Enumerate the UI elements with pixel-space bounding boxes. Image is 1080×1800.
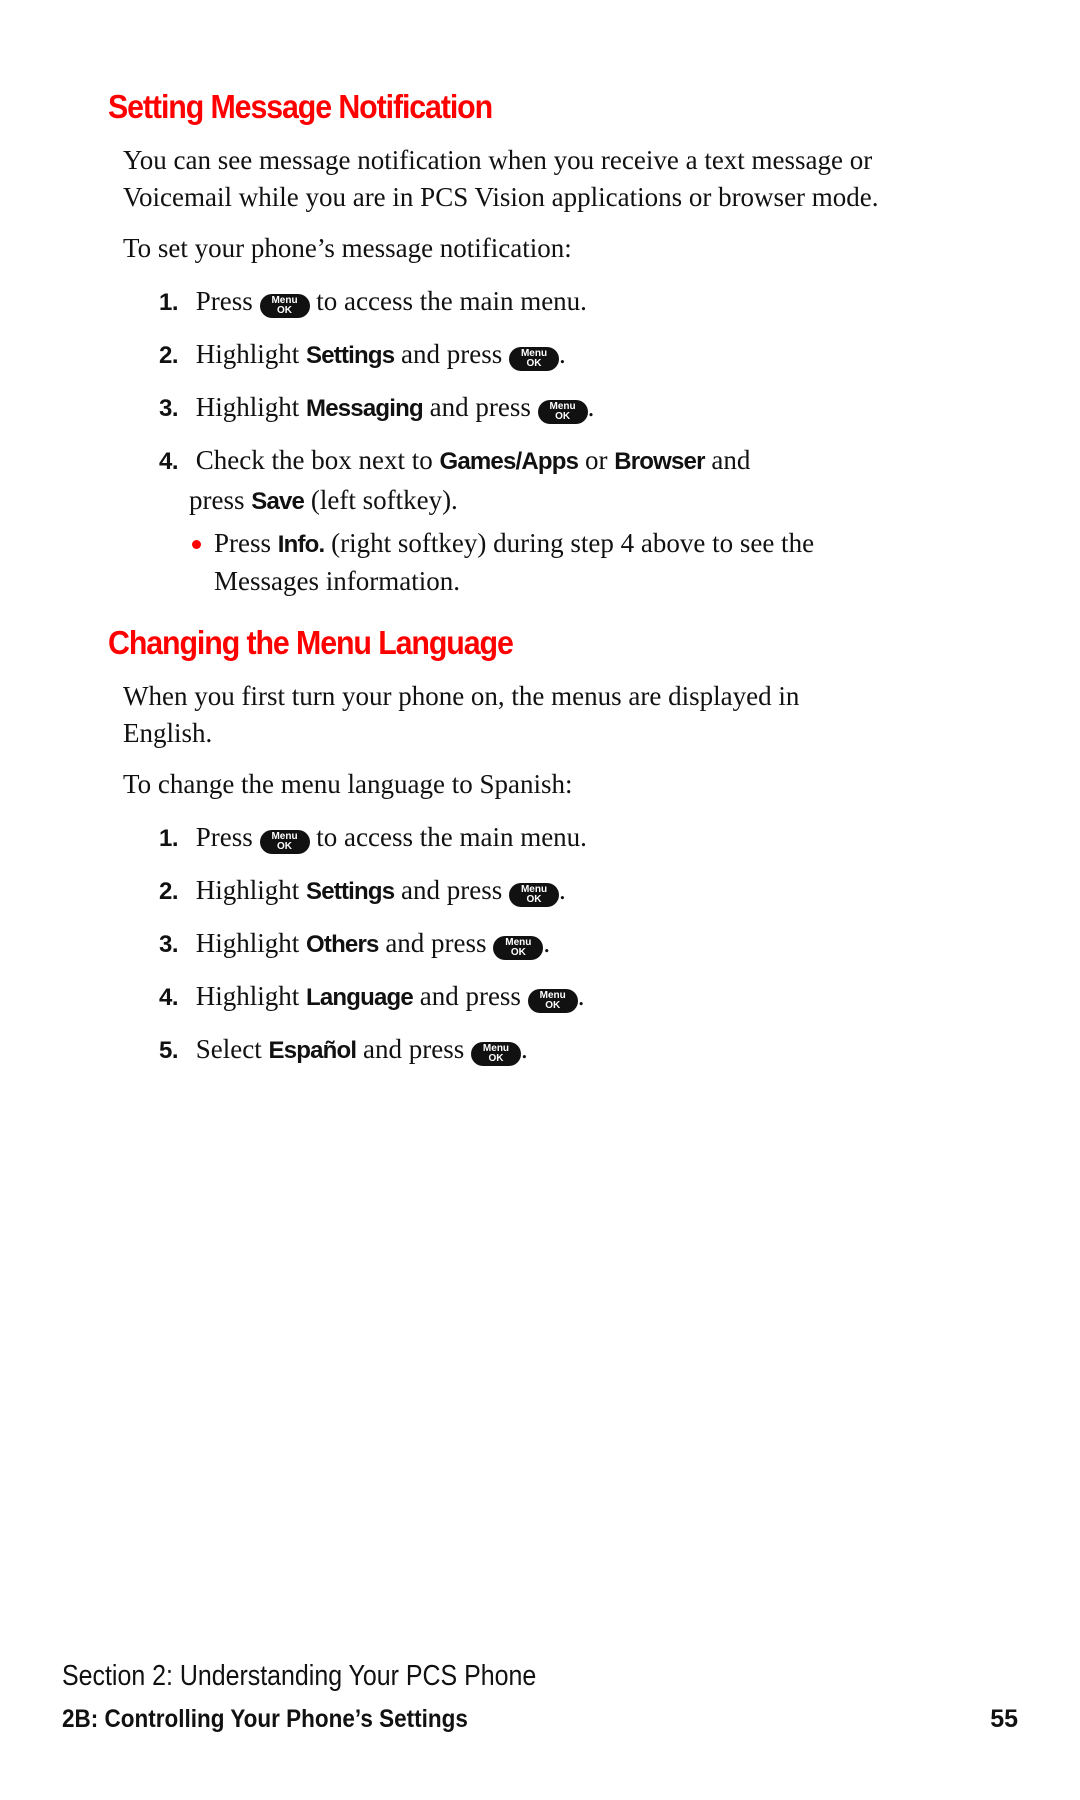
section-heading-menu-language: Changing the Menu Language: [108, 624, 514, 661]
step-text: .: [577, 981, 585, 1011]
intro-paragraph: When you first turn your phone on, the m…: [123, 678, 799, 752]
menu-ok-key-icon: Menu OK: [509, 883, 560, 907]
lead-text: To change the menu language to Spanish:: [123, 769, 573, 799]
footer-section-title: Section 2: Understanding Your PCS Phone: [62, 1660, 537, 1692]
menu-item-name: Settings: [306, 342, 395, 369]
step-number: 1.: [159, 825, 179, 852]
step-text: .: [520, 1034, 528, 1064]
step-3: 3. Highlight Others and press Menu OK.: [159, 924, 550, 964]
step-1: 1. Press Menu OK to access the main menu.: [159, 282, 587, 322]
manual-page: Setting Message Notification You can see…: [0, 0, 1080, 1800]
intro-line: Voicemail while you are in PCS Vision ap…: [123, 182, 879, 212]
step-1: 1. Press Menu OK to access the main menu.: [159, 818, 587, 858]
step-text: Select: [195, 1034, 262, 1064]
step-text: and press: [401, 339, 503, 369]
note-text: (right softkey) during step 4 above to s…: [331, 528, 815, 558]
step-number: 3.: [159, 395, 179, 422]
step-text: and press: [401, 875, 503, 905]
step-number: 5.: [159, 1037, 179, 1064]
step-text: Highlight: [195, 928, 300, 958]
step-number: 4.: [159, 448, 179, 475]
step-text: .: [559, 875, 566, 905]
step-text: and: [711, 445, 751, 475]
step-number: 4.: [159, 984, 179, 1011]
step-text: .: [543, 928, 551, 958]
lead-text: To set your phone’s message notification…: [123, 233, 572, 263]
footer-chapter-title: 2B: Controlling Your Phone’s Settings: [62, 1705, 468, 1733]
menu-ok-key-icon: Menu OK: [259, 830, 310, 854]
step-text: press: [189, 485, 245, 515]
step-text: .: [587, 392, 595, 422]
menu-item-name: Settings: [306, 878, 395, 905]
step-text: or: [584, 445, 608, 475]
step-text: Press: [195, 286, 253, 316]
step-4: 4. Check the box next to Games/Apps or B…: [159, 441, 750, 521]
intro-line: You can see message notification when yo…: [123, 145, 873, 175]
step-text: Press: [195, 822, 253, 852]
menu-ok-key-icon: Menu OK: [493, 936, 544, 960]
step-text: Highlight: [195, 392, 300, 422]
intro-line: When you first turn your phone on, the m…: [123, 681, 800, 711]
step-text: Highlight: [195, 875, 300, 905]
step-text: (left softkey).: [310, 485, 458, 515]
step-3: 3. Highlight Messaging and press Menu OK.: [159, 388, 594, 428]
step-text: Check the box next to: [195, 445, 433, 475]
page-number: 55: [990, 1705, 1018, 1733]
menu-ok-key-icon: Menu OK: [509, 347, 560, 371]
step-text: and press: [363, 1034, 465, 1064]
intro-line: English.: [123, 718, 213, 748]
softkey-name: Info.: [277, 531, 325, 558]
step-number: 2.: [159, 878, 179, 905]
step-text: to access the main menu.: [316, 286, 587, 316]
softkey-name: Save: [251, 488, 305, 515]
step-text: and press: [385, 928, 487, 958]
step-number: 1.: [159, 289, 179, 316]
step-2: 2. Highlight Settings and press Menu OK.: [159, 335, 566, 375]
step-2: 2. Highlight Settings and press Menu OK.: [159, 871, 566, 911]
step-text: Highlight: [195, 339, 300, 369]
note-text: Press: [214, 528, 272, 558]
menu-ok-key-icon: Menu OK: [537, 400, 588, 424]
step-text: Highlight: [195, 981, 300, 1011]
step-text: and press: [429, 392, 531, 422]
step-text: .: [559, 339, 566, 369]
menu-ok-key-icon: Menu OK: [259, 294, 310, 318]
note-text: Messages information.: [214, 566, 460, 596]
section-heading-message-notification: Setting Message Notification: [108, 88, 493, 125]
menu-item-name: Browser: [614, 448, 705, 475]
step-number: 2.: [159, 342, 179, 369]
step-number: 3.: [159, 931, 179, 958]
step-5: 5. Select Español and press Menu OK.: [159, 1030, 528, 1070]
menu-ok-key-icon: Menu OK: [527, 989, 578, 1013]
menu-item-name: Español: [268, 1037, 357, 1064]
step-4: 4. Highlight Language and press Menu OK.: [159, 977, 584, 1017]
bullet-dot-icon: [192, 540, 201, 549]
bullet-note: Press Info. (right softkey) during step …: [192, 525, 815, 600]
step-text: and press: [419, 981, 521, 1011]
step-continuation: press Save (left softkey).: [159, 481, 750, 521]
menu-item-name: Language: [306, 984, 414, 1011]
menu-item-name: Others: [306, 931, 379, 958]
menu-item-name: Games/Apps: [439, 448, 579, 475]
menu-ok-key-icon: Menu OK: [470, 1042, 521, 1066]
menu-item-name: Messaging: [306, 395, 424, 422]
intro-paragraph: You can see message notification when yo…: [123, 142, 879, 216]
step-text: to access the main menu.: [316, 822, 587, 852]
